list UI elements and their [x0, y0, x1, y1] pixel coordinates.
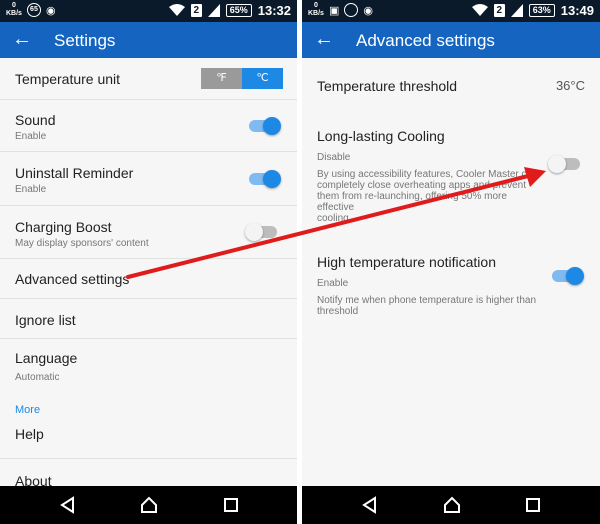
sim-icon: 2	[493, 4, 505, 17]
about-label: About	[15, 473, 52, 486]
high-temperature-notification-description: Notify me when phone temperature is high…	[317, 295, 537, 317]
battery-icon: 65%	[225, 4, 252, 17]
ignore-list-label: Ignore list	[15, 312, 76, 328]
long-lasting-cooling-description: By using accessibility features, Cooler …	[317, 169, 538, 224]
signal-icon	[510, 4, 523, 17]
language-row[interactable]: Language Automatic	[0, 339, 297, 393]
advanced-settings-list: Temperature threshold 36°C Long-lasting …	[302, 58, 600, 486]
app-bar: ← Advanced settings	[302, 22, 600, 58]
uninstall-reminder-subtitle: Enable	[15, 184, 47, 195]
clock: 13:49	[560, 3, 594, 18]
navigation-bar	[0, 486, 297, 524]
temperature-threshold-value: 36°C	[555, 78, 585, 93]
nav-recents-icon[interactable]	[221, 495, 241, 515]
uninstall-reminder-switch[interactable]	[249, 170, 281, 188]
nav-home-icon[interactable]	[442, 495, 462, 515]
nav-back-icon[interactable]	[360, 495, 380, 515]
temperature-unit-toggle[interactable]: ℉ ℃	[201, 68, 283, 89]
sim-icon: 2	[190, 4, 202, 17]
advanced-settings-row[interactable]: Advanced settings	[0, 259, 297, 299]
more-section-header: More	[15, 404, 41, 416]
image-notification-icon: ▣	[328, 4, 340, 17]
charging-boost-row[interactable]: Charging Boost May display sponsors' con…	[0, 206, 297, 259]
network-speed: 0 KB/s	[308, 2, 324, 17]
high-temperature-notification-switch[interactable]	[552, 267, 584, 285]
back-arrow-icon[interactable]: ←	[12, 28, 32, 50]
app-notification-icon: ◉	[45, 4, 56, 17]
temperature-unit-row: Temperature unit ℉ ℃	[0, 58, 297, 100]
advanced-settings-screen: 0 KB/s ▣ ◉ 2 63% 13:49 ← Advanced setting…	[302, 0, 600, 524]
back-arrow-icon[interactable]: ←	[314, 28, 334, 50]
language-subtitle: Automatic	[15, 372, 60, 383]
about-row[interactable]: About	[0, 459, 297, 486]
nav-recents-icon[interactable]	[523, 495, 543, 515]
temperature-badge-icon	[344, 3, 359, 17]
page-title: Advanced settings	[356, 31, 495, 50]
network-speed: 0 KB/s	[6, 2, 22, 17]
long-lasting-cooling-row[interactable]: Long-lasting Cooling Disable By using ac…	[302, 128, 600, 224]
page-title: Settings	[54, 31, 116, 50]
app-notification-icon: ◉	[363, 4, 373, 17]
language-title: Language	[15, 350, 78, 366]
settings-screen: 0 KB/s 65 ◉ 2 65% 13:32 ← Settings Temper…	[0, 0, 297, 524]
charging-boost-switch[interactable]	[245, 223, 277, 241]
high-temperature-notification-row[interactable]: High temperature notification Enable Not…	[302, 254, 600, 317]
long-lasting-cooling-title: Long-lasting Cooling	[317, 128, 445, 144]
sound-row[interactable]: Sound Enable	[0, 100, 297, 152]
clock: 13:32	[257, 3, 291, 18]
help-label: Help	[15, 426, 44, 442]
temperature-threshold-title: Temperature threshold	[317, 78, 458, 94]
high-temperature-notification-subtitle: Enable	[317, 278, 349, 289]
sound-switch[interactable]	[249, 117, 281, 135]
wifi-icon	[471, 4, 488, 16]
navigation-bar	[302, 486, 600, 524]
battery-icon: 63%	[528, 4, 555, 17]
advanced-settings-label: Advanced settings	[15, 271, 130, 287]
screenshot-pair: 0 KB/s 65 ◉ 2 65% 13:32 ← Settings Temper…	[0, 0, 600, 524]
nav-back-icon[interactable]	[58, 495, 78, 515]
long-lasting-cooling-subtitle: Disable	[317, 152, 351, 163]
ignore-list-row[interactable]: Ignore list	[0, 299, 297, 339]
high-temperature-notification-title: High temperature notification	[317, 254, 496, 270]
signal-icon	[207, 4, 220, 17]
wifi-icon	[168, 4, 185, 16]
temperature-threshold-row[interactable]: Temperature threshold 36°C	[302, 78, 600, 102]
status-bar: 0 KB/s ▣ ◉ 2 63% 13:49	[302, 0, 600, 22]
fahrenheit-option[interactable]: ℉	[201, 68, 242, 89]
celsius-option[interactable]: ℃	[242, 68, 283, 89]
temperature-badge-icon: 65	[26, 3, 41, 17]
settings-list: Temperature unit ℉ ℃ Sound Enable Uninst…	[0, 58, 297, 486]
sound-subtitle: Enable	[15, 131, 47, 142]
nav-home-icon[interactable]	[139, 495, 159, 515]
uninstall-reminder-row[interactable]: Uninstall Reminder Enable	[0, 152, 297, 206]
app-bar: ← Settings	[0, 22, 297, 58]
long-lasting-cooling-switch[interactable]	[548, 155, 580, 173]
help-row[interactable]: Help	[0, 419, 297, 459]
status-bar: 0 KB/s 65 ◉ 2 65% 13:32	[0, 0, 297, 22]
